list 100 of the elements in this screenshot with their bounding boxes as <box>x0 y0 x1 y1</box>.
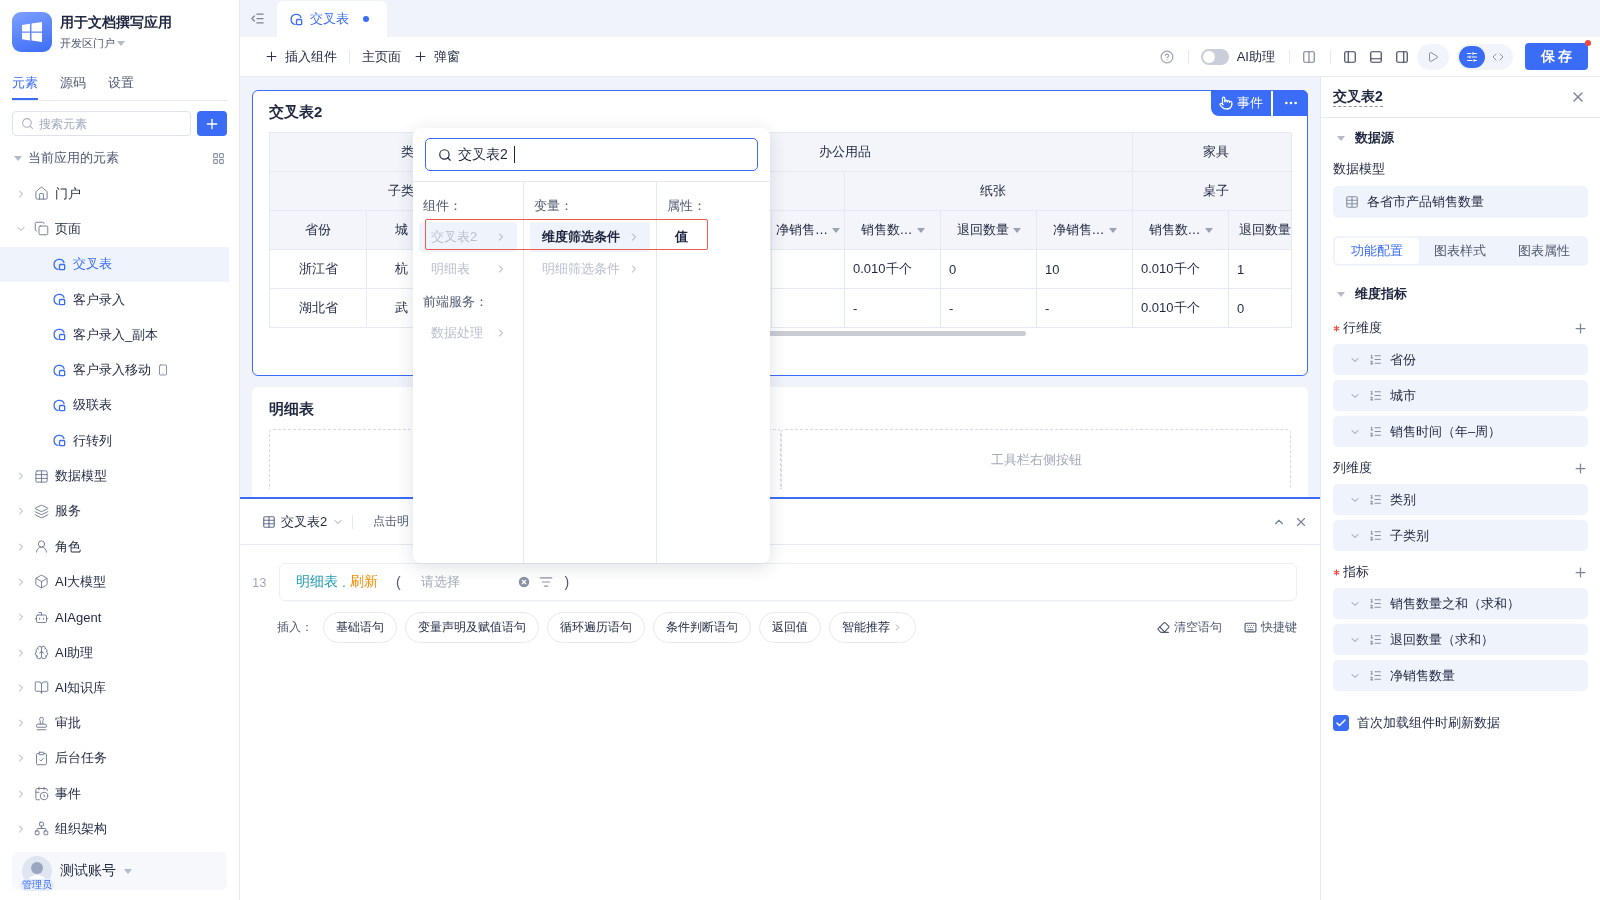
picker-search-field[interactable]: 交叉表2 <box>425 138 758 171</box>
table-header-cell: 纸张 <box>845 172 1133 211</box>
clear-icon[interactable] <box>516 575 531 589</box>
sort-list-icon <box>1369 353 1382 366</box>
bottom-panel-button[interactable] <box>1369 49 1383 64</box>
settings-mode-button[interactable] <box>1459 45 1485 68</box>
list-icon[interactable] <box>538 575 553 589</box>
app-title: 用于文档撰写应用 <box>60 13 172 32</box>
sidebar-tab[interactable]: 源码 <box>60 74 86 100</box>
right-panel-button[interactable] <box>1395 49 1409 64</box>
dimension-item[interactable]: 城市 <box>1333 380 1588 411</box>
tree-item[interactable]: 数据模型 <box>0 458 229 494</box>
action-link[interactable]: 清空语句 <box>1157 619 1222 636</box>
snippet-chip[interactable]: 智能推荐 <box>829 612 916 643</box>
ai-toggle[interactable] <box>1200 48 1229 65</box>
tree-item[interactable]: AI知识库 <box>0 670 229 706</box>
tree-item[interactable]: 级联表 <box>0 387 229 424</box>
sort-caret-icon[interactable] <box>832 227 840 233</box>
dimension-item[interactable]: 退回数量（求和） <box>1333 624 1588 655</box>
picker-option[interactable]: 维度筛选条件 <box>530 222 650 252</box>
add-button[interactable] <box>1573 564 1588 580</box>
add-button[interactable] <box>197 111 227 136</box>
tree-item[interactable]: 审批 <box>0 705 229 741</box>
sort-list-icon <box>1369 529 1382 542</box>
tree-item[interactable]: 服务 <box>0 493 229 529</box>
columns-icon <box>1302 49 1316 64</box>
search-field[interactable]: 搜索元素 <box>12 111 191 136</box>
more-button[interactable] <box>1273 90 1308 116</box>
code-object: 明细表 <box>296 573 338 591</box>
left-panel-button[interactable] <box>1343 49 1357 64</box>
toggle-label: AI助理 <box>1236 47 1275 66</box>
tree-item[interactable]: 客户录入 <box>0 281 229 318</box>
config-tab[interactable]: 图表样式 <box>1418 238 1503 264</box>
table-cell: 0.010千个 <box>1133 250 1229 289</box>
sort-caret-icon[interactable] <box>916 227 925 233</box>
add-button[interactable] <box>1573 320 1588 336</box>
help-icon[interactable] <box>1159 49 1174 64</box>
role-badge: 管理员 <box>20 879 54 891</box>
tree-item[interactable]: AI助理 <box>0 634 229 671</box>
tree-item[interactable]: 交叉表 <box>0 246 229 282</box>
required-asterisk-icon <box>1333 324 1340 332</box>
table-header-cell: 销售数… <box>1133 211 1229 250</box>
snippet-chip[interactable]: 返回值 <box>759 612 821 643</box>
picker-option[interactable]: 值 <box>663 222 764 252</box>
dimension-item[interactable]: 销售时间（年–周） <box>1333 416 1588 447</box>
tree-item[interactable]: 客户录入移动 <box>0 352 229 388</box>
table-cell: 10 <box>1037 250 1133 289</box>
sort-caret-icon[interactable] <box>1108 227 1117 233</box>
split-view-button[interactable] <box>1302 49 1316 64</box>
component-select[interactable]: 交叉表2 <box>262 512 345 531</box>
tree-item[interactable]: 事件 <box>0 776 229 812</box>
grid-icon[interactable] <box>212 151 225 165</box>
snippet-chip[interactable]: 条件判断语句 <box>653 612 751 643</box>
toolbar-button[interactable]: 弹窗 <box>413 47 472 66</box>
dimension-item[interactable]: 销售数量之和（求和） <box>1333 588 1588 619</box>
snippet-chip[interactable]: 基础语句 <box>323 612 397 643</box>
tree-item[interactable]: 组织架构 <box>0 811 229 847</box>
editor-tab[interactable]: 交叉表 <box>277 1 387 37</box>
action-link[interactable]: 快捷键 <box>1244 619 1297 636</box>
table-header-cell: 净销售… <box>772 211 845 250</box>
sort-list-icon <box>1369 633 1382 646</box>
tree-item[interactable]: 后台任务 <box>0 740 229 777</box>
snippet-chip[interactable]: 变量声明及赋值语句 <box>405 612 539 643</box>
sidebar-tab[interactable]: 设置 <box>108 74 134 100</box>
tree-item[interactable]: 角色 <box>0 528 229 565</box>
table-cell: 1 <box>1229 250 1292 289</box>
tree-item[interactable]: AIAgent <box>0 599 229 635</box>
caret-icon <box>124 868 132 874</box>
config-tab[interactable]: 功能配置 <box>1335 238 1419 264</box>
tree-item[interactable]: 行转列 <box>0 423 229 459</box>
tree-item[interactable]: 门户 <box>0 176 229 212</box>
table-header-cell: 净销售… <box>1037 211 1133 250</box>
sliders-icon <box>1466 50 1478 63</box>
account-panel[interactable]: 管理员 测试账号 <box>12 852 227 890</box>
checkbox[interactable] <box>1333 715 1349 731</box>
house-icon <box>34 186 49 202</box>
sort-caret-icon[interactable] <box>1204 227 1213 233</box>
dimension-item[interactable]: 类别 <box>1333 484 1588 515</box>
snippet-chip[interactable]: 循环遍历语句 <box>547 612 645 643</box>
toolbar-button[interactable]: 主页面 <box>362 47 413 66</box>
page-icon <box>289 11 304 27</box>
tree-item[interactable]: 页面 <box>0 211 229 247</box>
dimension-item[interactable]: 净销售数量 <box>1333 660 1588 691</box>
save-button[interactable]: 保 存 <box>1525 43 1588 70</box>
dimension-item[interactable]: 子类别 <box>1333 520 1588 551</box>
toolbar-button[interactable]: 插入组件 <box>264 47 349 66</box>
add-button[interactable] <box>1573 460 1588 476</box>
table-cell: 0 <box>941 250 1037 289</box>
event-button[interactable]: 事件 <box>1211 90 1271 116</box>
data-model-field[interactable]: 各省市产品销售数量 <box>1333 186 1588 218</box>
required-asterisk-icon <box>1333 568 1340 576</box>
sidebar-tab[interactable]: 元素 <box>12 74 38 100</box>
tree-item[interactable]: 客户录入_副本 <box>0 317 229 353</box>
portal-dropdown[interactable]: 开发区门户 <box>60 35 172 51</box>
dimension-item[interactable]: 省份 <box>1333 344 1588 375</box>
tree-item[interactable]: AI大模型 <box>0 564 229 600</box>
collapse-button[interactable] <box>250 11 265 26</box>
sort-caret-icon[interactable] <box>1012 227 1021 233</box>
play-button[interactable] <box>1417 43 1449 70</box>
config-tab[interactable]: 图表属性 <box>1502 238 1586 264</box>
